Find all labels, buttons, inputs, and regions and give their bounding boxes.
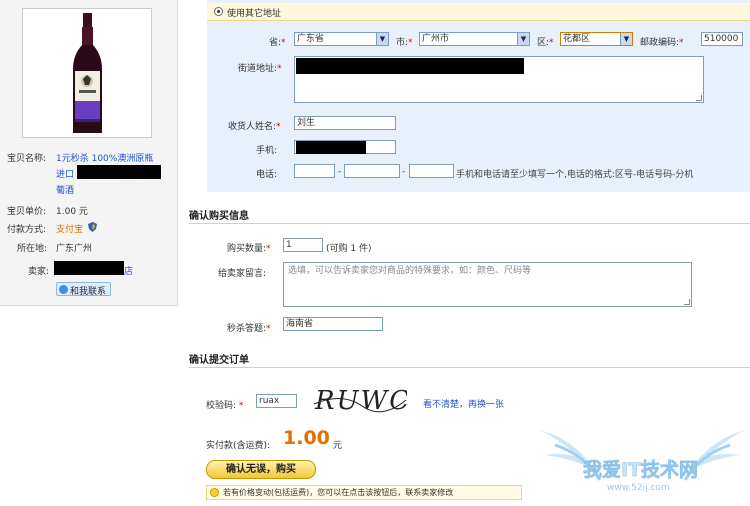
radio-button[interactable] (214, 7, 223, 16)
shield-icon (88, 222, 97, 232)
province-label: 省:* (269, 38, 286, 48)
lightbulb-icon (210, 488, 219, 497)
redacted-mobile (296, 141, 366, 154)
use-other-address-bar: 使用其它地址 (207, 3, 750, 21)
message-label: 给卖家留言: (218, 269, 267, 279)
captcha-label: 校验码: * (206, 401, 244, 411)
message-placeholder: 选填，可以告诉卖家您对商品的特殊要求，如：颜色、尺码等 (288, 266, 532, 276)
redacted-street (296, 58, 524, 74)
price-change-notice: 若有价格变动(包括运费)，您可以在点击该按钮后，联系卖家修改 (206, 485, 522, 500)
price-change-notice-text: 若有价格变动(包括运费)，您可以在点击该按钮后，联系卖家修改 (223, 488, 454, 497)
phone-number-input[interactable] (344, 164, 400, 178)
seller-label: 卖家: (28, 267, 50, 277)
resize-grip-icon (684, 299, 690, 305)
chat-icon (59, 285, 68, 294)
product-image[interactable] (22, 8, 152, 138)
captcha-image[interactable]: RUWC (312, 382, 409, 418)
quiz-answer-input[interactable]: 海南省 (283, 317, 383, 331)
divider (189, 367, 750, 368)
phone-extension-input[interactable] (409, 164, 454, 178)
quantity-input[interactable]: 1 (283, 238, 323, 252)
redacted-seller (54, 261, 124, 275)
contact-seller-label: 和我联系 (70, 287, 107, 297)
district-label: 区:* (537, 38, 554, 48)
contact-seller-button[interactable]: 和我联系 (56, 282, 111, 297)
product-name-link-line3[interactable]: 葡酒 (56, 183, 74, 196)
recipient-name-label: 收货人姓名:* (228, 122, 281, 132)
recipient-name-input[interactable]: 刘生 (294, 116, 396, 130)
phone-hint: 手机和电话请至少填写一个,电话的格式:区号-电话号码-分机 (456, 170, 694, 180)
message-textarea[interactable]: 选填，可以告诉卖家您对商品的特殊要求，如：颜色、尺码等 (283, 262, 692, 307)
resize-grip-icon (696, 95, 702, 101)
confirm-purchase-button[interactable]: 确认无误，购买 (206, 460, 316, 479)
quiz-label: 秒杀答题:* (227, 324, 271, 334)
site-watermark: 我爱IT技术网 www.52ij.com (535, 410, 750, 503)
chevron-down-icon: ▼ (620, 33, 632, 45)
city-select[interactable]: 广州市 ▼ (419, 32, 530, 46)
watermark-text: 我爱IT技术网 (583, 458, 698, 481)
payment-method-value: 支付宝 (56, 225, 84, 235)
payment-method-label: 付款方式: (7, 225, 47, 235)
watermark-url: www.52ij.com (607, 483, 670, 493)
phone-dash: - (402, 167, 406, 177)
wine-bottle-image (23, 9, 151, 137)
phone-area-code-input[interactable] (294, 164, 335, 178)
seller-shop-link[interactable]: 店 (124, 264, 133, 277)
divider (189, 223, 750, 224)
location-label: 所在地: (17, 244, 48, 254)
mobile-label: 手机: (256, 146, 278, 156)
postcode-input[interactable]: 510000 (701, 32, 743, 46)
product-name-label: 宝贝名称: (7, 154, 47, 164)
redacted-text (77, 165, 161, 179)
unit-price-label: 宝贝单价: (7, 207, 47, 217)
location-value: 广东广州 (56, 244, 93, 254)
product-name-link[interactable]: 1元秒杀 100%澳洲原瓶 (56, 151, 153, 164)
chevron-down-icon: ▼ (376, 33, 388, 45)
unit-price-value: 1.00 元 (56, 207, 88, 217)
product-summary-panel: 宝贝名称: 1元秒杀 100%澳洲原瓶 进口 葡酒 宝贝单价: 1.00 元 付… (0, 0, 178, 306)
district-select[interactable]: 花都区 ▼ (560, 32, 633, 46)
captcha-text: RUWC (314, 386, 407, 416)
total-unit: 元 (333, 441, 343, 451)
quantity-note: (可购 1 件) (326, 244, 372, 254)
city-label: 市:* (396, 38, 413, 48)
total-label: 实付款(含运费): (206, 441, 271, 451)
use-other-address-label[interactable]: 使用其它地址 (227, 6, 281, 19)
postcode-label: 邮政编码:* (640, 38, 684, 48)
purchase-info-title: 确认购买信息 (189, 211, 249, 222)
province-select[interactable]: 广东省 ▼ (294, 32, 389, 46)
total-amount: 1.00 (283, 427, 330, 449)
phone-dash: - (338, 167, 342, 177)
submit-order-title: 确认提交订单 (189, 355, 249, 366)
quantity-label: 购买数量:* (227, 244, 271, 254)
phone-label: 电话: (256, 170, 278, 180)
product-name-link-line2[interactable]: 进口 (56, 167, 74, 180)
captcha-input[interactable]: ruax (256, 394, 297, 408)
captcha-refresh-link[interactable]: 看不清楚，再换一张 (423, 397, 504, 410)
wings-logo-icon: 我爱IT技术网 www.52ij.com (540, 430, 745, 493)
street-address-label: 街道地址:* (238, 64, 282, 74)
chevron-down-icon: ▼ (517, 33, 529, 45)
